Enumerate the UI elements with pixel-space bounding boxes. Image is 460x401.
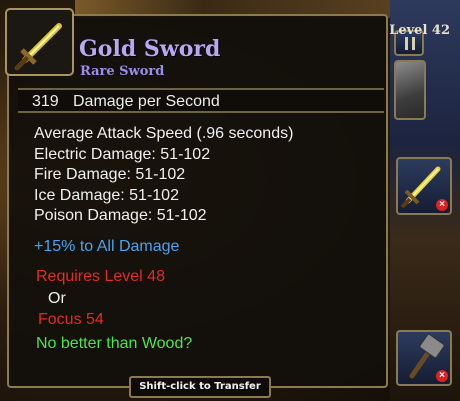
item-icon-frame — [5, 8, 74, 76]
skill-slot-blade[interactable] — [394, 60, 426, 120]
dps-label: Damage per Second — [73, 93, 220, 110]
remove-icon: × — [436, 370, 448, 382]
dps-bar: 319 Damage per Second — [18, 88, 384, 113]
remove-icon: × — [436, 199, 448, 211]
gold-sword-icon — [14, 23, 62, 71]
requirement-level: Requires Level 48 — [36, 268, 165, 285]
stat-poison-damage: Poison Damage: 51-102 — [34, 207, 207, 224]
stat-electric-damage: Electric Damage: 51-102 — [34, 145, 211, 163]
stat-fire-damage: Fire Damage: 51-102 — [34, 166, 186, 183]
bonus-stat: +15% to All Damage — [34, 238, 180, 255]
item-rarity: Rare Sword — [80, 64, 165, 79]
requirement-focus: Focus 54 — [38, 311, 104, 328]
pause-icon — [405, 37, 415, 50]
stat-list: Average Attack Speed (.96 seconds) Elect… — [34, 124, 293, 227]
quick-slot-hammer[interactable]: × — [396, 330, 452, 386]
stat-ice-damage: Ice Damage: 51-102 — [34, 186, 179, 204]
item-name: Gold Sword — [79, 36, 221, 62]
requirement-or: Or — [48, 290, 66, 307]
transfer-hint: Shift-click to Transfer — [129, 376, 271, 398]
comparison-text: No better than Wood? — [36, 335, 193, 352]
quick-slot-sword[interactable]: × — [396, 157, 452, 215]
item-level: Level 42 — [389, 23, 450, 38]
stat-attack-speed: Average Attack Speed (.96 seconds) — [34, 125, 294, 142]
dps-value: 319 — [32, 93, 59, 110]
